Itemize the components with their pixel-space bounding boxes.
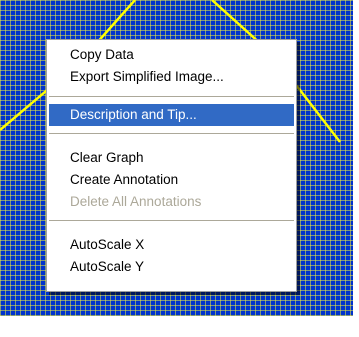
menu-item-export-simplified-image[interactable]: Export Simplified Image... [49, 66, 294, 88]
menu-separator [49, 96, 294, 97]
menu-item-create-annotation[interactable]: Create Annotation [49, 169, 294, 191]
menu-item-delete-all-annotations: Delete All Annotations [70, 194, 202, 209]
context-menu: Copy Data Export Simplified Image... Des… [46, 39, 297, 292]
menu-separator [49, 220, 294, 221]
menu-item-clear-graph[interactable]: Clear Graph [49, 147, 294, 169]
menu-item-autoscale-x[interactable]: AutoScale X [49, 234, 294, 256]
menu-item-description-and-tip[interactable]: Description and Tip... [49, 104, 294, 126]
menu-item-copy-data[interactable]: Copy Data [49, 44, 294, 66]
menu-item-autoscale-y[interactable]: AutoScale Y [49, 256, 294, 278]
menu-separator [49, 133, 294, 134]
